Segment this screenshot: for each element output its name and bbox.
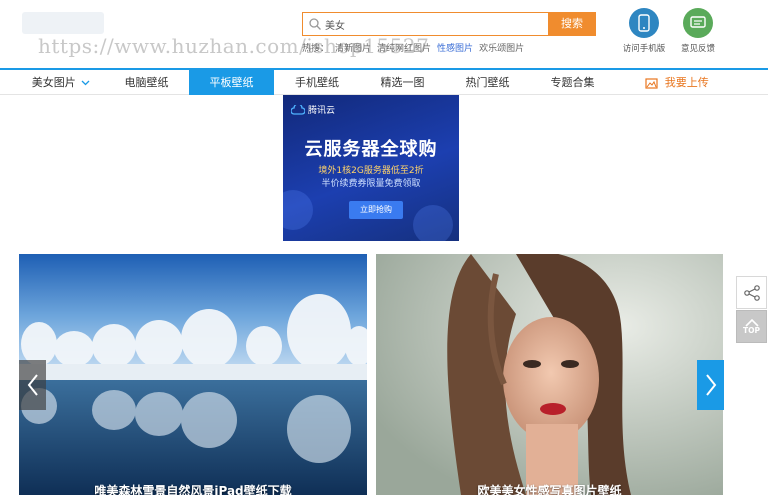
search-button[interactable]: 搜索 [548, 12, 596, 36]
main-nav: 美女图片 电脑壁纸 平板壁纸 手机壁纸 精选一图 热门壁纸 专题合集 我要上传 [0, 68, 768, 95]
nav-item-featured[interactable]: 精选一图 [360, 70, 445, 95]
wet-hair-woman-portrait-image [376, 254, 723, 495]
hot-link[interactable]: 欢乐颂图片 [479, 41, 524, 54]
chevron-down-icon [81, 80, 90, 86]
slide-caption: 唯美森林雪景自然风景iPad壁纸下载 [94, 484, 292, 495]
mobile-version-label: 访问手机版 [622, 44, 666, 54]
phone-icon [629, 8, 659, 38]
share-icon [743, 284, 760, 301]
ad-decoration [283, 190, 313, 230]
hot-searches: 热搜： 清新图片 清纯网红图片 性感图片 欢乐颂图片 [302, 41, 524, 54]
back-to-top-button[interactable]: TOP [736, 310, 767, 343]
chevron-right-icon [705, 374, 716, 396]
ad-banner[interactable]: 腾讯云 云服务器全球购 境外1核2G服务器低至2折 半价续费券限量免费领取 立即… [283, 95, 459, 241]
ad-subtitle-2: 半价续费券限量免费领取 [321, 179, 421, 189]
hot-link[interactable]: 性感图片 [437, 41, 473, 54]
ad-decoration [413, 205, 453, 241]
ad-buy-button[interactable]: 立即抢购 [349, 201, 403, 219]
feedback-label: 意见反馈 [680, 44, 715, 54]
image-upload-icon [645, 77, 658, 89]
nav-item-tablet[interactable]: 平板壁纸 [189, 70, 274, 95]
hot-link[interactable]: 清纯网红图片 [377, 41, 431, 54]
carousel-slide[interactable]: 唯美森林雪景自然风景iPad壁纸下载 [19, 254, 367, 495]
nav-item-topics[interactable]: 专题合集 [530, 70, 615, 95]
carousel-slide[interactable]: 欧美美女性感写真图片壁纸 [376, 254, 723, 495]
site-logo[interactable] [22, 12, 104, 34]
upload-button[interactable]: 我要上传 [642, 70, 712, 95]
hot-link[interactable]: 清新图片 [335, 41, 371, 54]
cloud-icon [291, 104, 305, 115]
nav-item-hot[interactable]: 热门壁纸 [445, 70, 530, 95]
ad-title: 云服务器全球购 [304, 139, 438, 160]
ad-subtitle-1: 境外1核2G服务器低至2折 [318, 166, 424, 176]
search-box [302, 12, 548, 36]
share-button[interactable] [736, 276, 767, 309]
carousel-prev-button[interactable] [19, 360, 46, 410]
nav-item-label: 美女图片 [31, 76, 76, 89]
header: https://www.huzhan.com/ishop15527 搜索 热搜：… [0, 0, 768, 68]
carousel-next-button[interactable] [697, 360, 724, 410]
feedback-button[interactable]: 意见反馈 [673, 8, 723, 54]
search-input[interactable] [325, 18, 525, 30]
hot-label: 热搜： [302, 44, 330, 54]
search-icon [309, 18, 321, 30]
upload-label: 我要上传 [664, 76, 709, 89]
nav-item-desktop[interactable]: 电脑壁纸 [104, 70, 189, 95]
nav-item-phone[interactable]: 手机壁纸 [274, 70, 360, 95]
nav-item-beauty[interactable]: 美女图片 [18, 70, 104, 95]
ad-brand-label: 腾讯云 [308, 106, 336, 116]
mobile-version-button[interactable]: 访问手机版 [619, 8, 669, 54]
ad-brand: 腾讯云 [291, 103, 335, 116]
chevron-left-icon [27, 374, 38, 396]
snowy-trees-lake-image [19, 254, 367, 495]
slide-caption: 欧美美女性感写真图片壁纸 [477, 484, 622, 495]
top-label: TOP [743, 326, 760, 335]
feedback-icon [683, 8, 713, 38]
